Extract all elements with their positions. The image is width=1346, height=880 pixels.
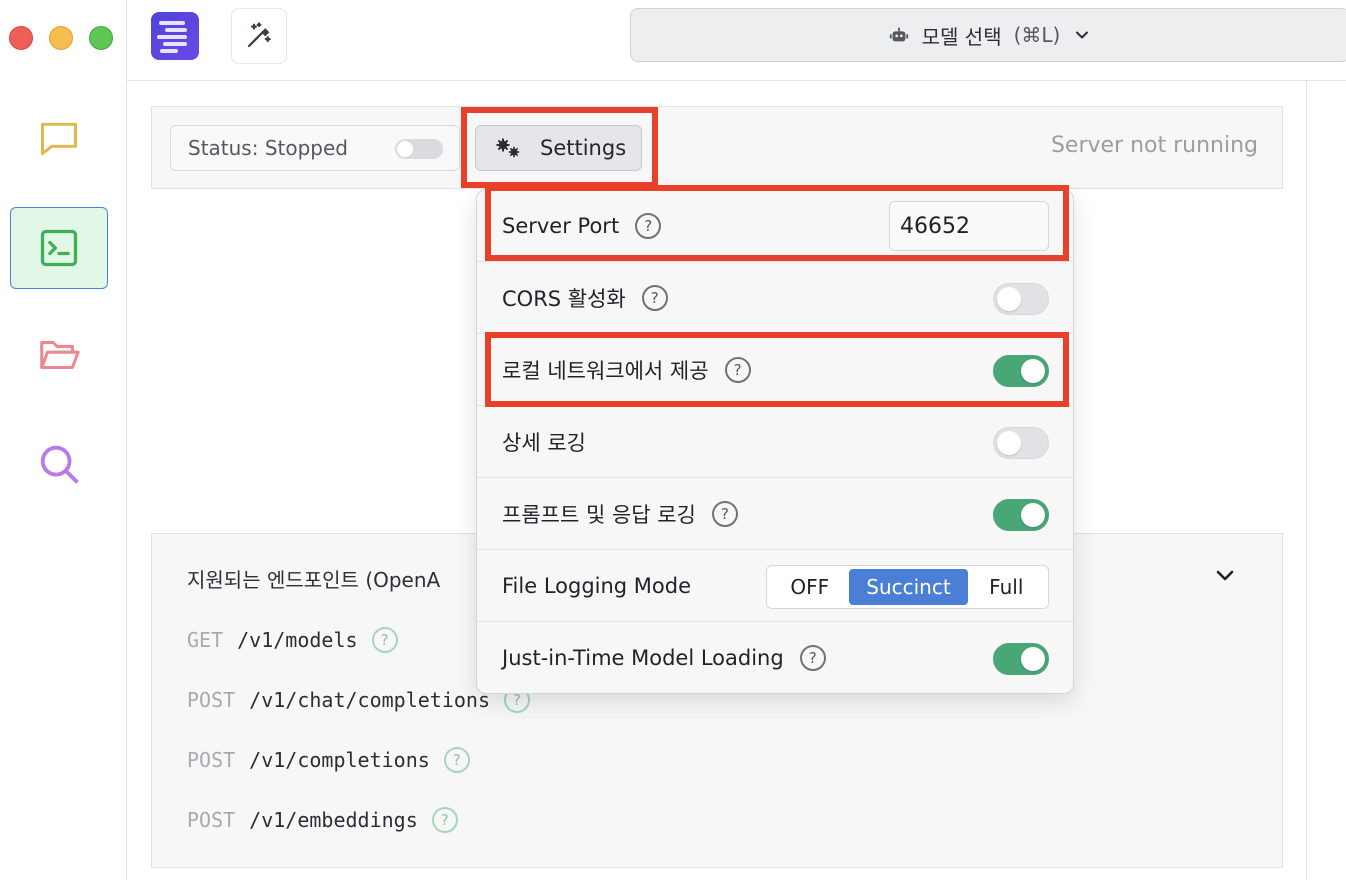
endpoint-method: POST xyxy=(187,688,236,712)
chevron-down-icon xyxy=(1076,31,1089,39)
setting-prompt-logging: 프롬프트 및 응답 로깅 ? xyxy=(477,478,1073,550)
endpoint-path: /v1/embeddings xyxy=(249,808,418,832)
help-icon[interactable]: ? xyxy=(635,212,662,239)
server-port-label: Server Port xyxy=(502,213,620,238)
help-icon[interactable]: ? xyxy=(431,807,458,833)
server-status-toggle[interactable]: Status: Stopped xyxy=(170,125,460,171)
file-logging-mode-selector: OFF Succinct Full xyxy=(766,565,1049,609)
content-divider xyxy=(1306,81,1307,880)
setting-file-logging-mode: File Logging Mode OFF Succinct Full xyxy=(477,550,1073,622)
top-toolbar: 모델 선택 (⌘L) xyxy=(127,0,1346,81)
verbose-logging-label: 상세 로깅 xyxy=(502,430,586,455)
server-status-label: Status: Stopped xyxy=(188,136,348,160)
file-logging-label: File Logging Mode xyxy=(502,573,692,598)
terminal-icon xyxy=(40,229,78,267)
file-logging-option-full[interactable]: Full xyxy=(968,569,1045,605)
server-port-input[interactable] xyxy=(889,201,1049,251)
model-select-label: 모델 선택 xyxy=(921,24,1002,49)
endpoint-row: GET /v1/models ? xyxy=(187,627,398,653)
server-settings-popover: Server Port ? CORS 활성화 ? 로컬 네트워크에서 제공 ? … xyxy=(476,189,1074,694)
server-start-switch[interactable] xyxy=(395,139,443,159)
setting-verbose-logging: 상세 로깅 xyxy=(477,406,1073,478)
help-icon[interactable]: ? xyxy=(799,645,826,671)
endpoint-row: POST /v1/embeddings ? xyxy=(187,807,458,833)
endpoint-row: POST /v1/completions ? xyxy=(187,747,470,773)
sidebar-item-models[interactable] xyxy=(10,315,108,397)
prompt-logging-label: 프롬프트 및 응답 로깅 xyxy=(502,502,696,527)
endpoints-title: 지원되는 엔드포인트 (OpenA xyxy=(187,568,441,592)
help-icon[interactable]: ? xyxy=(724,356,751,383)
settings-button-label: Settings xyxy=(540,136,627,160)
endpoint-method: POST xyxy=(187,748,236,772)
magic-wand-button[interactable] xyxy=(231,8,287,64)
verbose-logging-toggle[interactable] xyxy=(993,427,1049,459)
cors-toggle[interactable] xyxy=(993,283,1049,315)
model-select-dropdown[interactable]: 모델 선택 (⌘L) xyxy=(630,8,1346,62)
endpoint-method: GET xyxy=(187,628,224,652)
gears-icon xyxy=(496,138,520,158)
setting-cors: CORS 활성화 ? xyxy=(477,262,1073,334)
setting-local-network: 로컬 네트워크에서 제공 ? xyxy=(477,334,1073,406)
settings-button[interactable]: Settings xyxy=(475,125,642,171)
app-logo xyxy=(151,12,199,60)
window-close-button[interactable] xyxy=(9,26,33,50)
sidebar-item-chat[interactable] xyxy=(10,98,108,180)
endpoint-path: /v1/models xyxy=(237,628,358,652)
magic-wand-icon xyxy=(247,22,271,48)
cors-label: CORS 활성화 xyxy=(502,286,626,311)
window-minimize-button[interactable] xyxy=(49,26,73,50)
help-icon[interactable]: ? xyxy=(443,747,470,773)
sidebar-item-developer[interactable] xyxy=(10,207,108,289)
search-icon xyxy=(40,445,79,484)
window-zoom-button[interactable] xyxy=(89,26,113,50)
help-icon[interactable]: ? xyxy=(711,500,738,527)
endpoint-method: POST xyxy=(187,808,236,832)
file-logging-option-off[interactable]: OFF xyxy=(770,569,849,605)
sidebar xyxy=(0,0,127,880)
jit-toggle[interactable] xyxy=(993,643,1049,675)
file-logging-option-succinct[interactable]: Succinct xyxy=(849,569,968,605)
folder-open-icon xyxy=(40,341,80,370)
robot-icon xyxy=(889,27,908,42)
jit-label: Just-in-Time Model Loading xyxy=(502,646,784,670)
local-network-toggle[interactable] xyxy=(993,355,1049,387)
chat-icon xyxy=(41,122,77,156)
server-control-bar: Status: Stopped Settings Server not runn… xyxy=(151,106,1283,189)
endpoint-path: /v1/completions xyxy=(249,748,430,772)
setting-server-port: Server Port ? xyxy=(477,190,1073,262)
sidebar-item-search[interactable] xyxy=(10,423,108,505)
setting-jit-loading: Just-in-Time Model Loading ? xyxy=(477,622,1073,693)
prompt-logging-toggle[interactable] xyxy=(993,499,1049,531)
endpoint-path: /v1/chat/completions xyxy=(249,688,490,712)
help-icon[interactable]: ? xyxy=(641,284,668,311)
chevron-down-icon[interactable] xyxy=(1210,564,1240,588)
model-select-shortcut: (⌘L) xyxy=(1013,23,1061,47)
local-network-label: 로컬 네트워크에서 제공 xyxy=(502,358,709,383)
help-icon[interactable]: ? xyxy=(371,627,398,653)
server-running-status: Server not running xyxy=(1050,133,1258,158)
